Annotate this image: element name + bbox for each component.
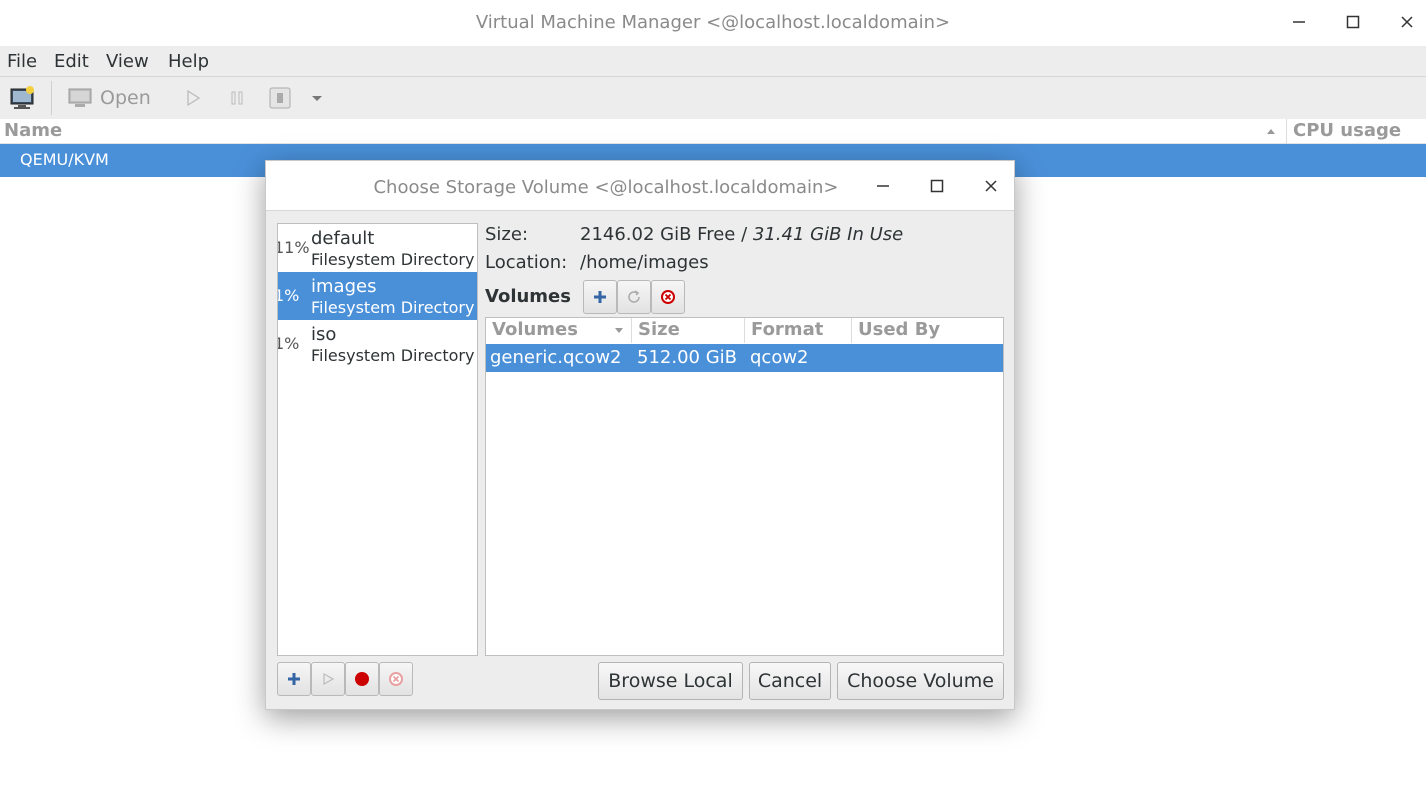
maximize-icon [1346, 15, 1360, 29]
play-icon [187, 89, 201, 107]
volume-size: 512.00 GiB [637, 347, 738, 368]
play-icon [323, 672, 335, 686]
stop-icon [355, 672, 369, 686]
pool-type: Filesystem Directory [311, 346, 475, 365]
storage-pool-list: 11% default Filesystem Directory 1% imag… [277, 223, 478, 656]
delete-volume-button[interactable] [651, 280, 685, 314]
pool-item-images[interactable]: 1% images Filesystem Directory [278, 272, 477, 320]
pool-usage: 11% [277, 238, 310, 257]
volume-name: generic.qcow2 [490, 347, 622, 368]
pool-name: default [311, 228, 375, 249]
volumes-table: Volumes Size Format Used By generic.qcow… [485, 317, 1004, 656]
open-label: Open [100, 87, 151, 109]
column-divider [1286, 119, 1287, 144]
shutdown-button[interactable] [268, 85, 292, 111]
dialog-maximize-button[interactable] [923, 173, 951, 199]
maximize-button[interactable] [1338, 8, 1368, 36]
chevron-down-icon [312, 96, 322, 101]
plus-icon [594, 291, 606, 303]
volume-format: qcow2 [750, 347, 809, 368]
sort-descending-icon [615, 328, 623, 333]
menu-help[interactable]: Help [168, 51, 209, 72]
pool-name: images [311, 276, 377, 297]
delete-icon [661, 290, 675, 304]
dialog-close-button[interactable] [977, 173, 1005, 199]
column-used-by[interactable]: Used By [852, 318, 1003, 343]
pool-usage: 1% [278, 286, 300, 305]
size-value: 2146.02 GiB Free / 31.41 GiB In Use [580, 224, 903, 245]
sort-ascending-icon [1267, 129, 1275, 134]
refresh-icon [628, 290, 640, 303]
minimize-button[interactable] [1284, 8, 1314, 36]
cancel-button[interactable]: Cancel [749, 662, 831, 700]
volumes-heading: Volumes [485, 286, 571, 307]
window-title: Virtual Machine Manager <@localhost.loca… [475, 12, 951, 33]
delete-pool-button[interactable] [379, 662, 413, 696]
column-size[interactable]: Size [632, 318, 745, 343]
size-label: Size: [485, 224, 529, 245]
pool-name: iso [311, 324, 337, 345]
minimize-icon [877, 185, 889, 187]
location-label: Location: [485, 252, 568, 273]
toolbar-separator [51, 81, 52, 115]
open-button[interactable]: Open [68, 85, 151, 111]
pool-item-iso[interactable]: 1% iso Filesystem Directory [278, 320, 477, 368]
add-volume-button[interactable] [583, 280, 617, 314]
menu-file[interactable]: File [7, 51, 37, 72]
vm-list-header: Name CPU usage [0, 119, 1426, 144]
choose-storage-volume-dialog: Choose Storage Volume <@localhost.locald… [265, 160, 1015, 710]
pause-button[interactable] [228, 85, 246, 111]
start-pool-button[interactable] [311, 662, 345, 696]
shutdown-icon [269, 87, 291, 109]
close-icon [985, 180, 997, 192]
column-volumes-label: Volumes [492, 319, 578, 340]
toolbar: Open [0, 77, 1426, 119]
dialog-minimize-button[interactable] [869, 173, 897, 199]
location-value: /home/images [580, 252, 709, 273]
close-icon [1401, 16, 1413, 28]
size-free: 2146.02 GiB Free / [580, 224, 753, 245]
close-button[interactable] [1392, 8, 1422, 36]
column-cpu-usage[interactable]: CPU usage [1293, 120, 1401, 141]
delete-icon [389, 672, 403, 686]
monitor-icon [68, 88, 92, 107]
shutdown-menu-button[interactable] [310, 85, 324, 111]
menu-view[interactable]: View [106, 51, 149, 72]
menu-edit[interactable]: Edit [54, 51, 89, 72]
column-volumes[interactable]: Volumes [486, 318, 632, 343]
menubar: File Edit View Help [0, 46, 1426, 77]
maximize-icon [930, 179, 944, 193]
pool-type: Filesystem Directory [311, 298, 475, 317]
column-name[interactable]: Name [4, 120, 62, 141]
pool-type: Filesystem Directory [311, 250, 475, 269]
dialog-title: Choose Storage Volume <@localhost.locald… [373, 177, 839, 198]
add-pool-button[interactable] [277, 662, 311, 696]
refresh-volumes-button[interactable] [617, 280, 651, 314]
choose-volume-button[interactable]: Choose Volume [837, 662, 1004, 700]
size-in-use: 31.41 GiB In Use [752, 224, 904, 245]
new-vm-icon [10, 86, 34, 109]
pause-icon [231, 91, 243, 105]
minimize-icon [1293, 21, 1305, 23]
column-format[interactable]: Format [745, 318, 852, 343]
run-button[interactable] [184, 85, 202, 111]
plus-icon [288, 673, 300, 685]
main-titlebar: Virtual Machine Manager <@localhost.loca… [0, 0, 1426, 46]
connection-name: QEMU/KVM [20, 150, 109, 169]
dialog-titlebar: Choose Storage Volume <@localhost.locald… [266, 161, 1014, 211]
stop-pool-button[interactable] [345, 662, 379, 696]
volume-row[interactable]: generic.qcow2 512.00 GiB qcow2 [486, 344, 1003, 372]
pool-item-default[interactable]: 11% default Filesystem Directory [278, 224, 477, 272]
new-vm-button[interactable] [10, 85, 36, 111]
pool-usage: 1% [278, 334, 300, 353]
browse-local-button[interactable]: Browse Local [598, 662, 743, 700]
